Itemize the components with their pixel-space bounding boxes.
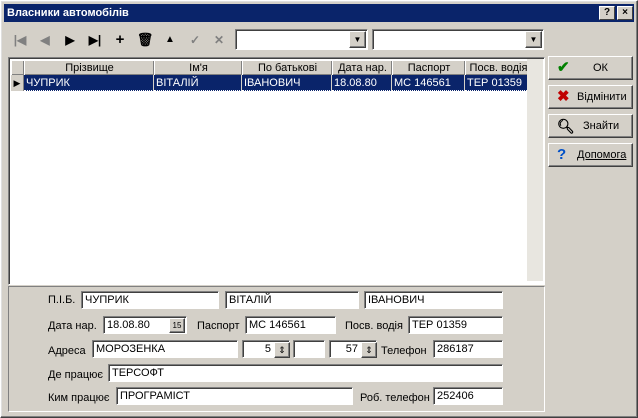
insert-record-button[interactable]: + [110,30,130,50]
grid-indicator-header [11,60,25,76]
work-label: Де працює [48,369,103,381]
table-cell[interactable]: ЧУПРИК [24,75,154,91]
table-row[interactable]: ▶ ЧУПРИК ВІТАЛІЙ ІВАНОВИЧ 18.08.80 МС 14… [11,75,531,91]
ok-label: ОК [593,62,608,74]
last-record-button[interactable]: ▶| [85,30,105,50]
license-field[interactable]: ТЕР 01359 [408,316,503,334]
table-cell[interactable]: ІВАНОВИЧ [242,75,332,91]
post-record-button[interactable]: ✓ [185,30,205,50]
prior-record-button[interactable]: ◀ [35,30,55,50]
table-cell[interactable]: МС 146561 [392,75,465,91]
license-label: Посв. водія [345,320,403,332]
chevron-down-icon[interactable]: ▼ [525,31,542,48]
find-label: Знайти [583,120,620,132]
flat-spinner-icon[interactable]: ⇕ [361,342,377,358]
patronymic-field[interactable]: ІВАНОВИЧ [364,291,503,309]
find-button[interactable]: 🔍︎ Знайти [548,114,633,138]
column-header-patronymic[interactable]: По батькові [242,60,333,76]
owners-grid[interactable]: Прізвище Ім'я По батькові Дата нар. Пасп… [8,57,545,285]
table-cell[interactable]: ВІТАЛІЙ [154,75,242,91]
table-cell[interactable]: 18.08.80 [332,75,392,91]
column-header-passport[interactable]: Паспорт [392,60,466,76]
first-record-button[interactable]: |◀ [10,30,30,50]
address-label: Адреса [48,345,86,357]
filter-combo-2[interactable]: ▼ [372,29,544,50]
checkmark-icon: ✔ [557,59,570,76]
calendar-icon[interactable]: 15 [169,318,185,333]
work-phone-field[interactable]: 252406 [433,387,503,405]
magnifier-icon: 🔍︎ [557,118,575,134]
birthdate-value: 18.08.80 [107,319,150,331]
column-header-surname[interactable]: Прізвище [24,60,155,76]
passport-field[interactable]: МС 146561 [245,316,336,334]
house-spinner-icon[interactable]: ⇕ [274,342,290,358]
building-field[interactable] [293,340,325,358]
window-title: Власники автомобілів [7,7,129,19]
cancel-button[interactable]: ✖ Відмінити [548,85,633,109]
cross-icon: ✖ [557,88,570,105]
birth-label: Дата нар. [48,320,97,332]
passport-label: Паспорт [197,320,240,332]
cancel-edit-button[interactable]: ✕ [209,30,229,50]
help-label: Допомога [577,149,627,161]
work-phone-label: Роб. телефон [360,392,430,404]
job-label: Ким працює [48,392,110,404]
question-icon: ? [557,146,567,163]
cancel-label: Відмінити [577,91,627,103]
edit-record-button[interactable]: ▲ [160,30,180,50]
current-row-icon: ▶ [11,75,24,91]
phone-label: Телефон [381,345,427,357]
surname-field[interactable]: ЧУПРИК [81,291,219,309]
details-form: П.І.Б. ЧУПРИК ВІТАЛІЙ ІВАНОВИЧ Дата нар.… [8,286,545,412]
help-button[interactable]: ? Допомога [548,143,633,167]
title-bar: Власники автомобілів ? × [4,4,634,22]
next-record-button[interactable]: ▶ [60,30,80,50]
help-title-button[interactable]: ? [599,6,615,20]
chevron-down-icon[interactable]: ▼ [349,31,366,48]
filter-combo-1[interactable]: ▼ [235,29,368,50]
name-field[interactable]: ВІТАЛІЙ [225,291,359,309]
pib-label: П.І.Б. [48,294,76,306]
birthdate-field[interactable]: 18.08.80 15 [103,316,187,334]
column-header-name[interactable]: Ім'я [154,60,243,76]
main-window: Власники автомобілів ? × |◀ ◀ ▶ ▶| + 🗑 ▲… [0,0,638,418]
table-cell[interactable]: ТЕР 01359 [465,75,531,91]
work-field[interactable]: ТЕРСОФТ [108,364,503,382]
column-header-birthdate[interactable]: Дата нар. [332,60,393,76]
street-field[interactable]: МОРОЗЕНКА [92,340,238,358]
grid-scrollbar[interactable] [527,59,543,281]
delete-record-button[interactable]: 🗑 [135,30,155,50]
close-button[interactable]: × [617,6,633,20]
job-field[interactable]: ПРОГРАМІСТ [116,387,353,405]
column-header-license[interactable]: Посв. водія [465,60,532,76]
ok-button[interactable]: ✔ ОК [548,56,633,80]
phone-field[interactable]: 286187 [433,340,503,358]
